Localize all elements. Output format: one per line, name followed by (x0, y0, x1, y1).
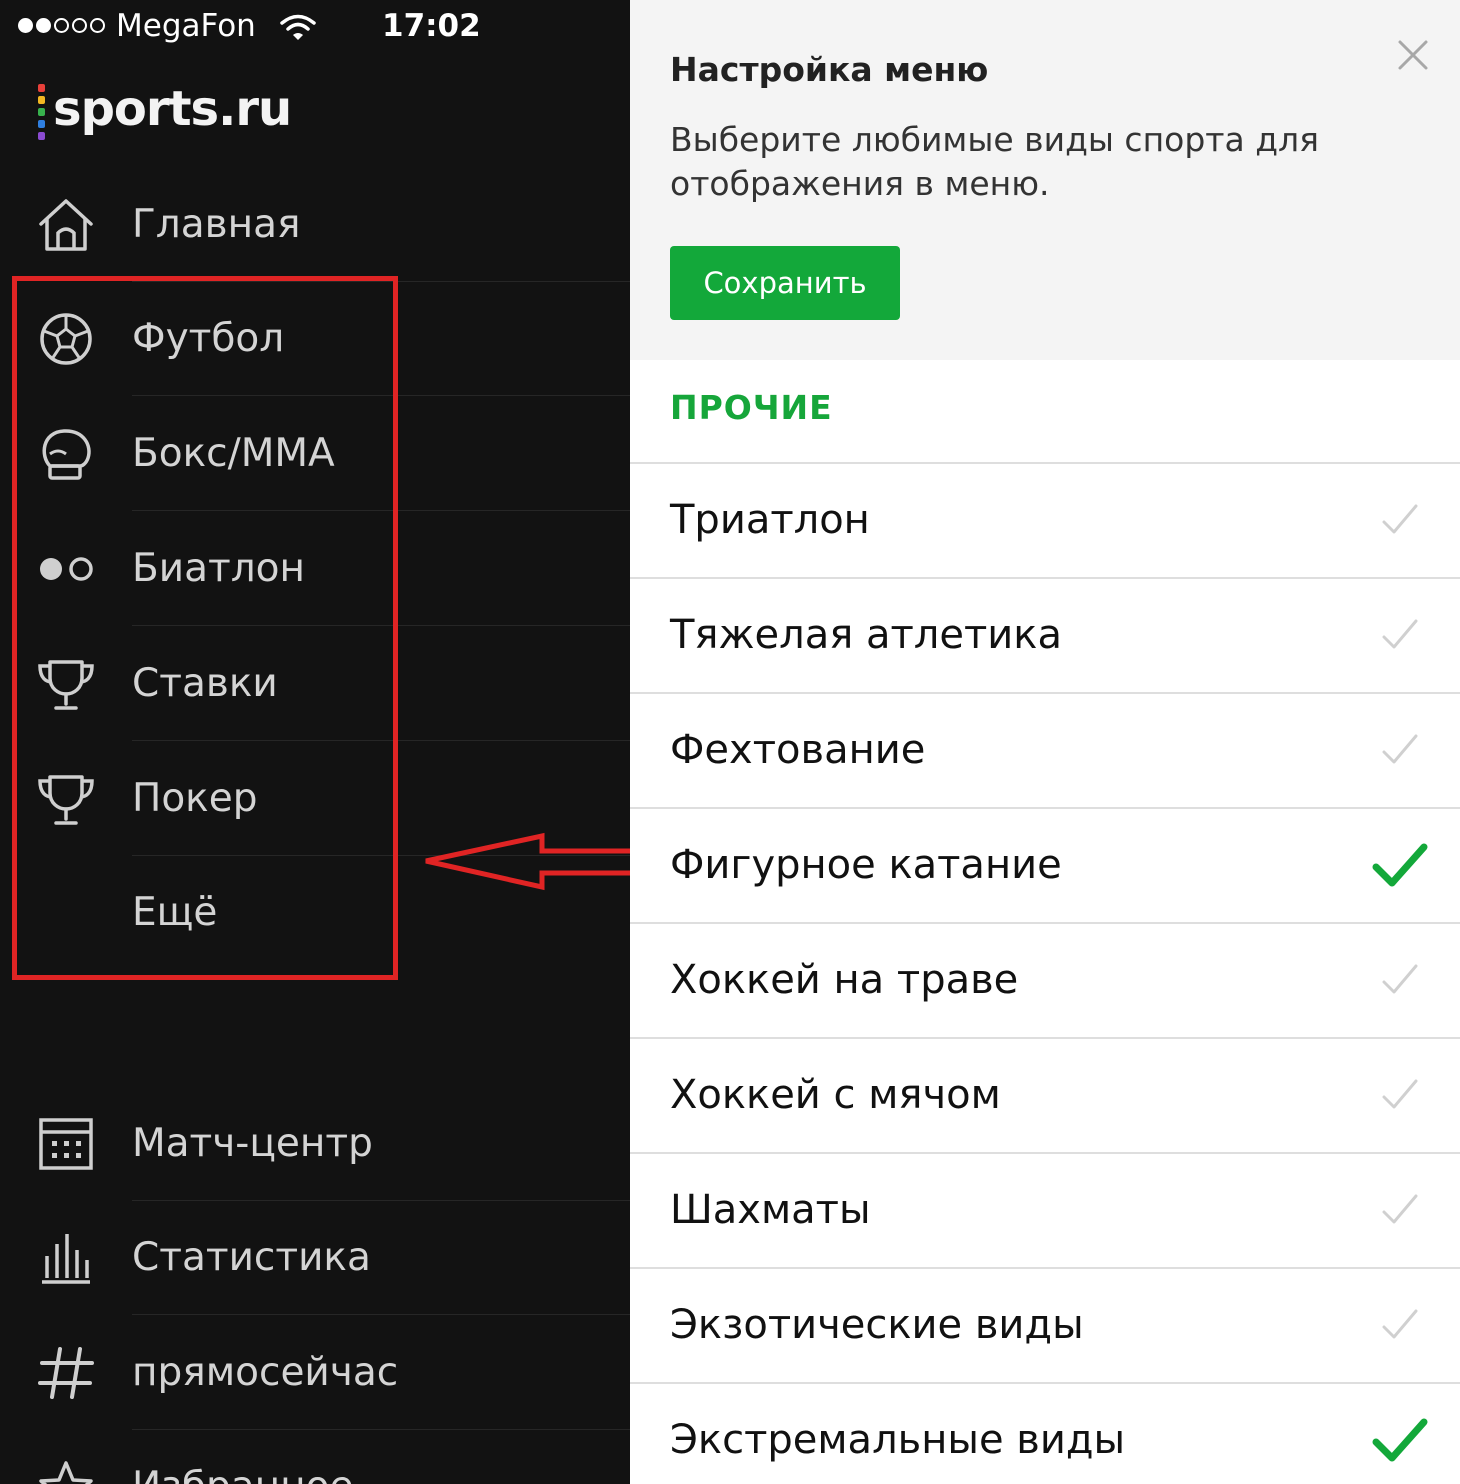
sport-option-label: Триатлон (670, 497, 870, 543)
sport-option-label: Экстремальные виды (670, 1417, 1126, 1463)
menu-item-label: Ставки (132, 661, 278, 706)
menu-item-statistics[interactable]: Статистика (0, 1201, 630, 1315)
checkmark-icon[interactable] (1370, 722, 1430, 778)
divider (132, 510, 630, 511)
sport-option-row[interactable]: Фехтование (630, 694, 1460, 809)
sport-option-row[interactable]: Экзотические виды (630, 1269, 1460, 1384)
divider (132, 1314, 630, 1315)
checkmark-icon[interactable] (1370, 492, 1430, 548)
menu-item-label: Матч-центр (132, 1121, 373, 1166)
navigation-drawer: MegaFon 17:02 sports.ru Главная Футбол Б… (0, 0, 630, 1484)
section-title: ПРОЧИЕ (670, 388, 833, 427)
sport-option-row[interactable]: Хоккей на траве (630, 924, 1460, 1039)
menu-item-boxing[interactable]: Бокс/MMA (0, 397, 630, 511)
sport-option-label: Экзотические виды (670, 1302, 1084, 1348)
menu-item-bets[interactable]: Ставки (0, 627, 630, 741)
menu-item-live-now[interactable]: прямосейчас (0, 1316, 630, 1430)
star-icon (39, 1461, 93, 1484)
divider (132, 395, 630, 396)
sport-option-row[interactable]: Фигурное катание (630, 809, 1460, 924)
checkmark-icon[interactable] (1370, 952, 1430, 1008)
soccer-ball-icon (40, 313, 92, 365)
menu-item-biathlon[interactable]: Биатлон (0, 512, 630, 626)
carrier-name: MegaFon (116, 8, 256, 44)
hashtag-icon (38, 1347, 94, 1399)
menu-item-home[interactable]: Главная (0, 168, 630, 282)
menu-item-label: Статистика (132, 1235, 371, 1280)
sport-option-row[interactable]: Тяжелая атлетика (630, 579, 1460, 694)
wifi-icon (280, 14, 316, 40)
trophy-icon (38, 775, 94, 825)
menu-item-label: Биатлон (132, 546, 306, 591)
checkmark-icon[interactable] (1370, 1412, 1430, 1468)
checkmark-icon[interactable] (1370, 1297, 1430, 1353)
logo-mark (38, 84, 45, 140)
home-icon (39, 199, 93, 251)
menu-item-label: Избранное (132, 1430, 353, 1484)
calendar-icon (39, 1118, 93, 1170)
settings-header: Настройка меню Выберите любимые виды спо… (630, 0, 1460, 360)
boxing-glove-icon (42, 429, 91, 480)
menu-item-poker[interactable]: Покер (0, 742, 630, 856)
bar-chart-icon (42, 1234, 90, 1284)
menu-item-label: Бокс/MMA (132, 431, 335, 476)
logo-text: sports.ru (53, 81, 292, 137)
sport-option-row[interactable]: Триатлон (630, 464, 1460, 579)
divider (132, 625, 630, 626)
status-time: 17:02 (382, 8, 481, 44)
biathlon-dots-icon (40, 557, 93, 581)
sport-option-label: Тяжелая атлетика (670, 612, 1062, 658)
cellular-signal-icon (18, 18, 105, 33)
menu-item-more[interactable]: Ещё (0, 856, 630, 970)
trophy-icon (38, 660, 94, 710)
menu-item-favorites[interactable]: Избранное (0, 1430, 630, 1484)
menu-item-label: прямосейчас (132, 1350, 399, 1395)
menu-settings-panel: Настройка меню Выберите любимые виды спо… (630, 0, 1460, 1484)
menu-item-match-center[interactable]: Матч-центр (0, 1087, 630, 1201)
settings-title: Настройка меню (670, 50, 989, 89)
checkmark-icon[interactable] (1370, 1067, 1430, 1123)
sport-option-label: Шахматы (670, 1187, 871, 1233)
sport-option-row[interactable]: Шахматы (630, 1154, 1460, 1269)
close-icon[interactable] (1396, 38, 1430, 72)
menu-item-label: Футбол (132, 316, 285, 361)
checkmark-icon[interactable] (1370, 837, 1430, 893)
checkmark-icon[interactable] (1370, 1182, 1430, 1238)
menu-item-label: Главная (132, 202, 301, 247)
sport-option-label: Фигурное катание (670, 842, 1062, 888)
sport-option-row[interactable]: Экстремальные виды (630, 1384, 1460, 1484)
menu-item-label: Ещё (132, 890, 218, 935)
sport-option-label: Хоккей на траве (670, 957, 1019, 1003)
divider (132, 740, 630, 741)
menu-item-football[interactable]: Футбол (0, 282, 630, 396)
sport-option-row[interactable]: Хоккей с мячом (630, 1039, 1460, 1154)
sports-ru-logo[interactable]: sports.ru (38, 78, 292, 140)
settings-description: Выберите любимые виды спорта для отображ… (670, 120, 1319, 203)
sport-option-label: Фехтование (670, 727, 926, 773)
menu-item-label: Покер (132, 776, 258, 821)
checkmark-icon[interactable] (1370, 607, 1430, 663)
sport-option-label: Хоккей с мячом (670, 1072, 1001, 1118)
save-button[interactable]: Сохранить (670, 246, 900, 320)
